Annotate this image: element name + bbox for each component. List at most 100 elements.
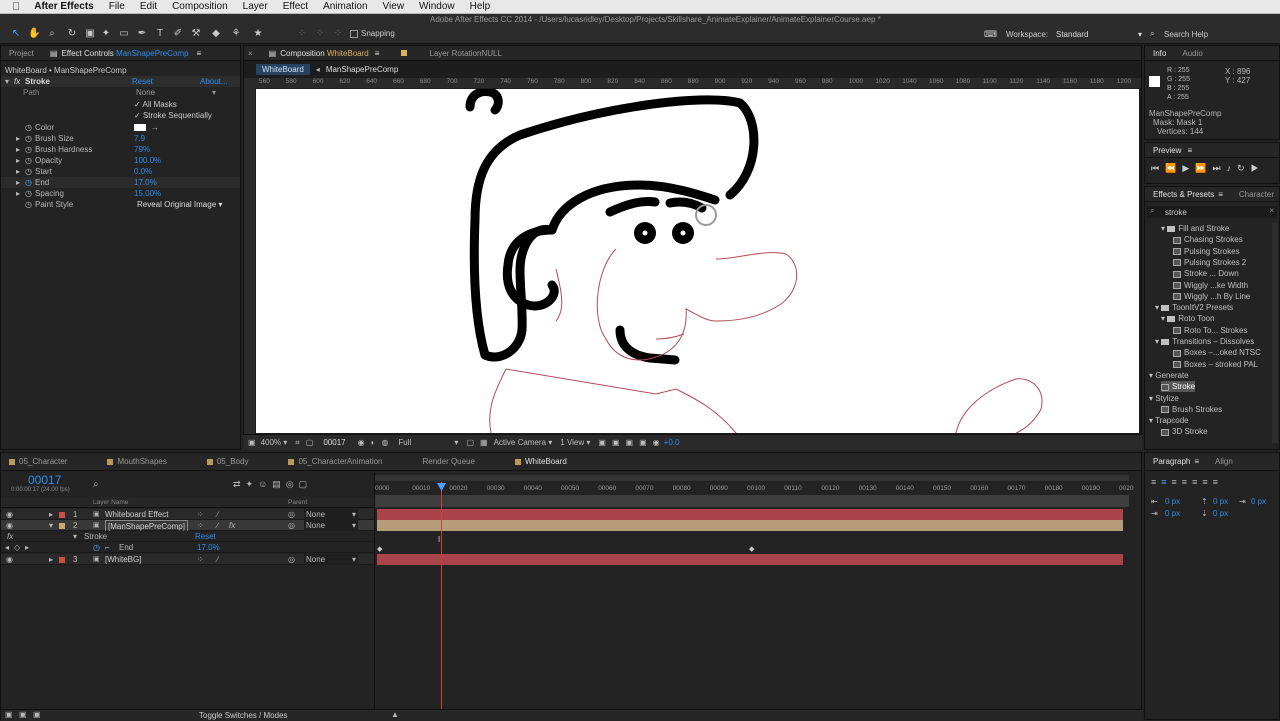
expand-arrow-icon[interactable]: ▾	[1149, 394, 1153, 403]
layer-bar-whitebg[interactable]	[377, 554, 1123, 565]
stopwatch-icon[interactable]: ◷	[25, 188, 32, 199]
camera-dropdown[interactable]: Active Camera ▾	[494, 438, 553, 447]
transparency-grid-icon[interactable]: ▦	[480, 438, 488, 447]
always-preview-icon[interactable]: ▣	[248, 438, 256, 447]
effects-item-category[interactable]: ▾ Stylize	[1149, 393, 1179, 404]
timeline-tab[interactable]: 05_Body	[199, 457, 257, 466]
eye-icon[interactable]: ◉	[6, 509, 13, 520]
expand-arrow-icon[interactable]: ▾	[1155, 303, 1159, 312]
layer-name[interactable]: Whiteboard Effect	[105, 509, 168, 520]
reset-link[interactable]: Reset	[132, 76, 153, 87]
draft-3d-icon[interactable]: ✦	[246, 479, 259, 489]
tab-effects-presets[interactable]: Effects & Presets ≡	[1145, 190, 1231, 199]
axis-local-icon[interactable]: ⁘	[296, 28, 308, 40]
stopwatch-icon[interactable]: ◷	[25, 155, 32, 166]
expand-arrow-icon[interactable]: ▾	[1155, 337, 1159, 346]
comp-viewer-canvas[interactable]	[256, 89, 1139, 433]
rotate-tool-icon[interactable]: ↻	[66, 28, 78, 40]
effects-item-effect[interactable]: 3D Stroke	[1161, 426, 1208, 437]
menu-help[interactable]: Help	[470, 1, 491, 12]
quality-switch-icon[interactable]: ∕	[217, 509, 218, 520]
menu-view[interactable]: View	[383, 1, 405, 12]
stroke-reset-link[interactable]: Reset	[195, 531, 216, 542]
views-dropdown[interactable]: 1 View ▾	[560, 438, 590, 447]
label-color-swatch[interactable]	[59, 523, 65, 529]
indent-right-value[interactable]: 0 px	[1251, 496, 1266, 507]
mask-visibility-icon[interactable]: ▢	[306, 438, 314, 447]
prop-brush-hardness-value[interactable]: 79%	[134, 144, 150, 155]
tab-character[interactable]: Character	[1231, 190, 1279, 199]
zoom-tool-icon[interactable]: ⌕	[46, 28, 58, 40]
camera-tool-icon[interactable]: ▣	[84, 28, 96, 40]
end-property-value[interactable]: 17.0%	[197, 542, 220, 553]
effects-item-preset[interactable]: Wiggly ...ke Width	[1173, 280, 1248, 291]
path-dropdown[interactable]: None ▾	[136, 87, 216, 98]
effects-search-input[interactable]	[1165, 207, 1260, 217]
color-channel-icon[interactable]: ◍	[381, 438, 388, 447]
layer-row[interactable]: ◉ ▸ 1 ▣ Whiteboard Effect ⁘ ∕ ◎ None ▾	[1, 509, 374, 520]
crumb-manshape[interactable]: ManShapePreComp	[326, 65, 398, 74]
current-time-indicator[interactable]	[441, 482, 442, 721]
timeline-tab[interactable]: 05_Character	[1, 457, 75, 466]
exposure-value[interactable]: +0.0	[664, 438, 680, 447]
tab-paragraph[interactable]: Paragraph ≡	[1145, 457, 1207, 466]
effects-item-preset[interactable]: Pulsing Strokes 2	[1173, 257, 1246, 268]
stopwatch-icon[interactable]: ◷	[25, 144, 32, 155]
expand-arrow-icon[interactable]: ▸	[16, 188, 20, 199]
effects-scrollbar[interactable]	[1272, 223, 1278, 443]
zoom-slider-handle[interactable]: ▲	[391, 710, 399, 719]
effects-item-preset[interactable]: Boxes –...oked NTSC	[1173, 347, 1261, 358]
layer-row[interactable]: ◉ ▸ 3 ▣ [WhiteBG] ⁘ ∕ ◎ None ▾	[1, 554, 374, 565]
clear-search-icon[interactable]: ×	[1269, 206, 1274, 215]
search-help-icon[interactable]: ⌕	[1150, 29, 1154, 39]
brush-tool-icon[interactable]: ✐	[172, 28, 184, 40]
expand-arrow-icon[interactable]: ▸	[16, 166, 20, 177]
prop-spacing-value[interactable]: 15.00%	[134, 188, 161, 199]
search-help-field[interactable]: Search Help	[1164, 30, 1208, 39]
layer-row[interactable]: ◉ ▾ 2 ▣ [ManShapePreComp] ⁘ ∕ fx ◎ None ▾	[1, 520, 374, 533]
prev-frame-icon[interactable]: ⏪	[1165, 163, 1182, 173]
rectangle-tool-icon[interactable]: ▭	[118, 28, 130, 40]
zoom-dropdown[interactable]: 400% ▾	[261, 438, 288, 447]
menu-file[interactable]: File	[109, 1, 125, 12]
effects-item-preset[interactable]: Boxes – stroked PAL	[1173, 359, 1258, 370]
pickwhip-icon[interactable]: ◎	[288, 509, 295, 520]
app-menu[interactable]: After Effects	[34, 1, 93, 12]
parent-dropdown[interactable]: None ▾	[304, 520, 358, 531]
menu-edit[interactable]: Edit	[140, 1, 157, 12]
fx-icon[interactable]: fx	[7, 531, 13, 542]
type-tool-icon[interactable]: T	[154, 28, 166, 40]
space-before-value[interactable]: 0 px	[1213, 496, 1228, 507]
tab-preview[interactable]: Preview ≡	[1145, 146, 1200, 155]
layer-bar-whiteboard-effect[interactable]	[377, 509, 1123, 520]
paint-style-dropdown[interactable]: Reveal Original Image ▾	[137, 199, 222, 210]
workspace-dropdown[interactable]: Standard ▾	[1056, 30, 1142, 39]
layer-name[interactable]: [WhiteBG]	[105, 554, 141, 565]
close-icon[interactable]: ×	[244, 49, 261, 58]
tab-info[interactable]: Info	[1145, 49, 1174, 58]
effects-item-folder[interactable]: ▾ ToonItV2 Presets	[1155, 302, 1233, 313]
expand-arrow-icon[interactable]: ▸	[49, 554, 53, 565]
puppet-tool-icon[interactable]: ★	[252, 28, 264, 40]
snapshot-icon[interactable]: ◉	[358, 438, 365, 447]
panel-menu-icon[interactable]: ≡	[1194, 457, 1199, 466]
last-frame-icon[interactable]: ⏭	[1212, 163, 1226, 173]
prev-keyframe-icon[interactable]: ◂	[5, 542, 9, 553]
fast-previews-icon[interactable]: ▣	[612, 438, 620, 447]
panel-menu-icon[interactable]: ≡	[1218, 190, 1223, 199]
quality-switch-icon[interactable]: ∕	[217, 520, 218, 531]
roto-brush-tool-icon[interactable]: ⚘	[230, 28, 242, 40]
justify-right-icon[interactable]: ≡	[1202, 477, 1212, 487]
expand-arrow-icon[interactable]: ▾	[1161, 224, 1165, 233]
toggle-switches-modes[interactable]: Toggle Switches / Modes	[199, 711, 288, 720]
reset-exposure-icon[interactable]: ◉	[653, 438, 660, 447]
apple-icon[interactable]: 	[12, 1, 20, 13]
parent-dropdown[interactable]: None ▾	[304, 509, 358, 520]
effects-item-preset[interactable]: Stroke ... Down	[1173, 268, 1239, 279]
shy-switch-icon[interactable]: ⁘	[197, 554, 204, 565]
prop-end-value[interactable]: 17.0%	[134, 177, 157, 188]
stopwatch-icon[interactable]: ◷	[25, 166, 32, 177]
panel-menu-icon[interactable]: ≡	[375, 49, 380, 58]
stopwatch-icon[interactable]: ◷	[25, 122, 32, 133]
menu-effect[interactable]: Effect	[283, 1, 308, 12]
